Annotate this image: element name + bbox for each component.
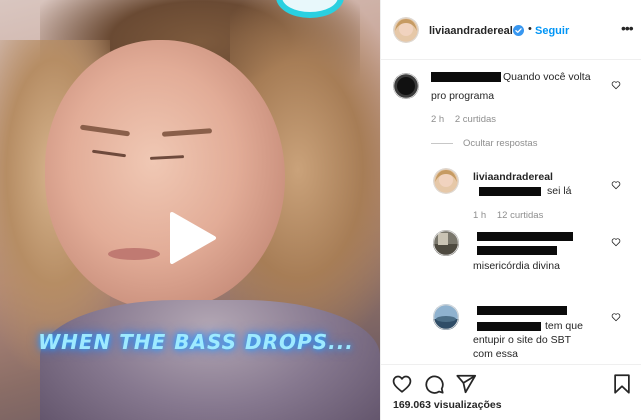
post-sidebar: liviaandradereal • Seguir ••• Quando voc…	[380, 0, 641, 420]
video-frame-shirt	[40, 300, 380, 420]
reply-text: entupir o site do SBT	[473, 334, 572, 346]
save-button[interactable]	[611, 373, 633, 395]
redacted-mention	[477, 246, 557, 255]
comment-text: Quando você volta	[503, 71, 591, 83]
video-frame-face	[45, 40, 285, 310]
more-icon[interactable]: •••	[621, 20, 634, 36]
reply-like-icon[interactable]	[611, 237, 621, 247]
like-button[interactable]	[391, 373, 413, 395]
share-button[interactable]	[455, 373, 477, 395]
bookmark-icon	[614, 374, 630, 394]
post-video[interactable]: WHEN THE BASS DROPS...	[0, 0, 380, 420]
play-button[interactable]	[166, 212, 218, 264]
reply-meta: 1 h 12 curtidas	[473, 210, 543, 221]
commenter-avatar[interactable]	[393, 73, 419, 99]
reply-text: misericórdia divina	[473, 260, 560, 272]
replies-divider	[431, 142, 453, 144]
send-icon	[456, 374, 477, 394]
reply-author-avatar[interactable]	[433, 168, 459, 194]
follow-button[interactable]: Seguir	[535, 25, 569, 37]
reply-text: com essa	[473, 348, 518, 360]
author-username[interactable]: liviaandradereal	[429, 25, 513, 37]
heart-icon	[392, 375, 412, 393]
redacted-mention	[479, 187, 541, 196]
reply-avatar[interactable]	[433, 230, 459, 256]
play-icon	[170, 212, 216, 264]
redacted-username	[477, 232, 573, 241]
comment-time: 2 h	[431, 114, 445, 125]
redacted-username	[431, 72, 501, 82]
view-count[interactable]: 169.063 visualizações	[393, 399, 502, 411]
redacted-mention	[477, 322, 541, 331]
post-header: liviaandradereal • Seguir •••	[381, 0, 641, 60]
reply-like-icon[interactable]	[611, 312, 621, 322]
reply-like-icon[interactable]	[611, 180, 621, 190]
reply-text: sei lá	[547, 185, 572, 197]
reply-likes[interactable]: 12 curtidas	[497, 210, 543, 221]
video-frame-lips	[108, 248, 160, 260]
author-avatar[interactable]	[393, 17, 419, 43]
reply-text: tem que	[545, 320, 583, 332]
hide-replies-button[interactable]: Ocultar respostas	[431, 138, 537, 149]
comment-meta: 2 h 2 curtidas	[431, 114, 496, 125]
reply-time: 1 h	[473, 210, 487, 221]
hide-replies-label: Ocultar respostas	[463, 138, 538, 149]
comment-like-icon[interactable]	[611, 80, 621, 90]
verified-badge-icon	[513, 25, 524, 36]
comment-text: pro programa	[431, 90, 495, 102]
reply-avatar[interactable]	[433, 304, 459, 330]
comment-button[interactable]	[423, 373, 445, 395]
post-actions: 169.063 visualizações	[381, 364, 641, 420]
comment-icon	[425, 375, 444, 394]
comment-likes[interactable]: 2 curtidas	[455, 114, 496, 125]
video-caption-overlay: WHEN THE BASS DROPS...	[38, 330, 354, 354]
redacted-username	[477, 306, 567, 315]
separator-dot: •	[528, 23, 532, 35]
reply-username[interactable]: liviaandradereal	[473, 170, 553, 184]
